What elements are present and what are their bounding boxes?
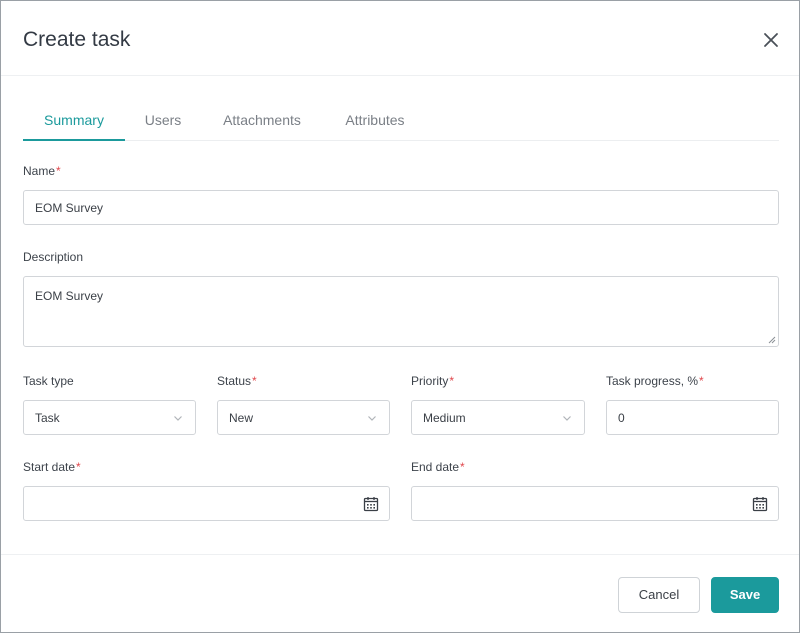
start-date-label: Start date* (23, 460, 81, 474)
end-date-label-text: End date (411, 460, 460, 474)
task-progress-input[interactable]: 0 (606, 400, 779, 435)
chevron-down-icon (563, 416, 571, 421)
task-progress-label: Task progress, %* (606, 374, 704, 388)
calendar-icon[interactable] (363, 496, 379, 512)
cancel-button[interactable]: Cancel (618, 577, 700, 613)
description-value: EOM Survey (35, 289, 104, 303)
dialog-header: Create task (1, 1, 799, 76)
tab-bar: Summary Users Attachments Attributes (23, 104, 779, 141)
required-marker: * (460, 460, 465, 474)
name-label-text: Name (23, 164, 56, 178)
task-type-label: Task type (23, 374, 74, 388)
close-button[interactable] (762, 31, 780, 49)
tab-attributes[interactable]: Attributes (335, 104, 415, 141)
resize-grip-icon[interactable] (768, 336, 776, 344)
description-label: Description (23, 250, 84, 264)
dialog-title: Create task (23, 28, 131, 51)
priority-value: Medium (423, 411, 466, 425)
save-button[interactable]: Save (711, 577, 779, 613)
start-date-input[interactable] (23, 486, 390, 521)
end-date-input[interactable] (411, 486, 779, 521)
required-marker: * (56, 164, 61, 178)
tab-users[interactable]: Users (137, 104, 189, 141)
tab-summary[interactable]: Summary (23, 104, 125, 141)
name-value: EOM Survey (35, 201, 104, 215)
name-input[interactable]: EOM Survey (23, 190, 779, 225)
required-marker: * (699, 374, 704, 388)
required-marker: * (449, 374, 455, 388)
chevron-down-icon (368, 416, 376, 421)
task-type-value: Task (35, 411, 60, 425)
name-label: Name* (23, 164, 61, 178)
status-value: New (229, 411, 254, 425)
task-progress-value: 0 (618, 411, 625, 425)
start-date-label-text: Start date (23, 460, 76, 474)
priority-select[interactable]: Medium (411, 400, 585, 435)
tab-attachments[interactable]: Attachments (213, 104, 311, 141)
create-task-dialog: Create task Summary Users Attachments At… (0, 0, 800, 633)
task-progress-label-text: Task progress, % (606, 374, 699, 388)
status-label: Status* (217, 374, 257, 388)
priority-label: Priority* (411, 374, 454, 388)
status-select[interactable]: New (217, 400, 390, 435)
end-date-label: End date* (411, 460, 465, 474)
task-type-select[interactable]: Task (23, 400, 196, 435)
calendar-icon[interactable] (752, 496, 768, 512)
description-textarea[interactable]: EOM Survey (23, 276, 779, 347)
status-label-text: Status (217, 374, 252, 388)
required-marker: * (252, 374, 257, 388)
close-icon (764, 33, 778, 47)
dialog-footer: Cancel Save (1, 554, 799, 632)
priority-label-text: Priority (411, 374, 449, 388)
required-marker: * (76, 460, 81, 474)
chevron-down-icon (174, 416, 182, 421)
